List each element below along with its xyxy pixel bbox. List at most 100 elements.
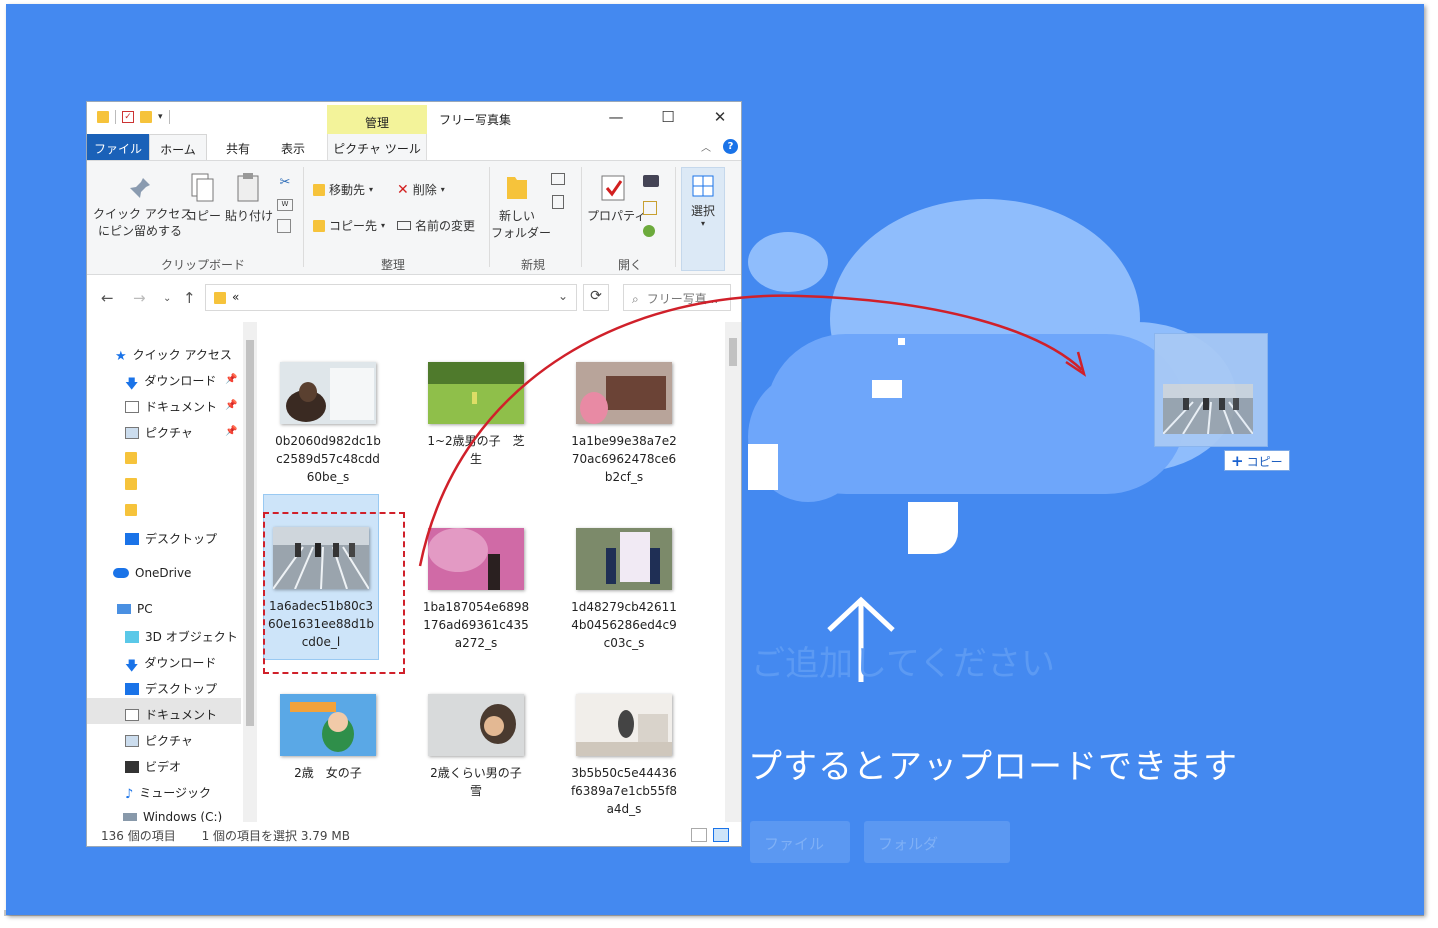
window-title: フリー写真集 — [439, 113, 512, 127]
details-view-icon[interactable] — [691, 828, 707, 842]
history-icon[interactable] — [643, 225, 655, 240]
copy-to-button[interactable]: コピー先 ▾ — [313, 217, 385, 234]
thumbnail — [280, 362, 376, 424]
ribbon: クイック アクセス にピン留めする コピー 貼り付け ✂ W クリップボード 移… — [87, 160, 741, 275]
file-item[interactable]: 2歳 女の子 — [269, 694, 387, 782]
paper-shape — [872, 380, 902, 398]
maximize-button[interactable]: ☐ — [657, 108, 679, 126]
file-item[interactable]: 2歳くらい男の子雪 — [417, 694, 535, 800]
paper-shape — [748, 444, 778, 490]
navigation-pane: ★ クイック アクセス 🡇 ダウンロード 📌 ドキュメント 📌 ピクチャ 📌 デスク… — [87, 322, 257, 822]
pictures-icon — [125, 426, 139, 439]
file-item[interactable]: 3b5b50c5e44436 f6389a7e1cb55f8 a4d_s — [565, 694, 683, 818]
select-folder-button[interactable]: フォルダ — [864, 821, 1010, 863]
group-open-label: 開く — [618, 258, 643, 272]
nav-3d-objects[interactable]: 3D オブジェクト — [125, 628, 238, 645]
address-dropdown-icon[interactable]: ⌄ — [558, 289, 568, 303]
help-icon[interactable]: ? — [723, 139, 738, 154]
easy-access-icon[interactable] — [547, 195, 569, 212]
nav-desktop[interactable]: デスクトップ — [125, 530, 217, 547]
tab-picture-tools[interactable]: ピクチャ ツール — [327, 134, 427, 160]
quick-access-toolbar: ✓ ▾ — [97, 110, 170, 124]
select-file-button[interactable]: ファイル — [750, 821, 850, 863]
nav-pc[interactable]: PC — [117, 602, 153, 616]
large-icons-view-icon[interactable] — [713, 828, 729, 842]
item-count: 136 個の項目 — [101, 829, 176, 843]
paste-icon — [237, 173, 259, 202]
nav-folder[interactable] — [125, 478, 137, 490]
edit-pencil-icon[interactable] — [643, 201, 657, 218]
up-arrow-icon[interactable]: ↑ — [183, 289, 196, 307]
address-input[interactable]: « ⌄ — [205, 284, 577, 311]
pin-quick-access-button[interactable]: クイック アクセス にピン留めする — [93, 175, 192, 239]
properties-check-icon[interactable]: ✓ — [122, 111, 134, 123]
file-list-scroll-thumb[interactable] — [729, 338, 737, 366]
nav-folder[interactable] — [125, 452, 137, 464]
file-item[interactable]: 1ba187054e6898 176ad69361c435 a272_s — [417, 528, 535, 652]
cut-icon[interactable]: ✂ — [277, 175, 293, 190]
title-bar: ✓ ▾ 管理 フリー写真集 — ☐ ✕ — [87, 102, 741, 134]
nav-pc-pictures[interactable]: ピクチャ — [125, 732, 193, 749]
tab-home[interactable]: ホーム — [149, 134, 207, 160]
copy-path-icon[interactable]: W — [277, 199, 293, 211]
file-list-scrollbar[interactable] — [725, 322, 741, 822]
video-icon — [125, 760, 139, 773]
nav-videos[interactable]: ビデオ — [125, 758, 181, 775]
new-folder-button[interactable]: 新しい フォルダー — [491, 171, 551, 241]
tab-manage[interactable]: 管理 — [327, 105, 427, 134]
close-button[interactable]: ✕ — [709, 108, 731, 126]
refresh-icon[interactable]: ⟳ — [583, 284, 609, 311]
folder-icon — [97, 111, 109, 123]
select-button[interactable]: 選択 ▾ — [681, 167, 725, 271]
cube-icon — [125, 630, 139, 643]
nav-windows-c[interactable]: Windows (C:) — [123, 810, 222, 822]
nav-music[interactable]: ♪ ミュージック — [125, 784, 211, 802]
customize-dropdown-icon[interactable]: ▾ — [158, 112, 163, 122]
copy-button[interactable]: コピー — [185, 171, 221, 224]
nav-documents[interactable]: ドキュメント — [125, 398, 217, 415]
thumbnail — [428, 694, 524, 756]
nav-pc-downloads[interactable]: 🡇 ダウンロード — [125, 654, 216, 674]
nav-pc-desktop[interactable]: デスクトップ — [125, 680, 217, 697]
forward-arrow-icon[interactable]: → — [133, 289, 146, 307]
paper-shape — [898, 338, 905, 345]
search-icon: ⌕ — [632, 292, 639, 306]
tab-view[interactable]: 表示 — [272, 134, 314, 160]
nav-quick-access[interactable]: ★ クイック アクセス — [115, 346, 232, 364]
paste-button[interactable]: 貼り付け — [225, 171, 273, 224]
new-folder-icon[interactable] — [140, 111, 152, 123]
drag-ghost — [1154, 333, 1268, 447]
cloud-shape — [748, 232, 828, 292]
paper-shape — [908, 502, 958, 554]
collapse-ribbon-icon[interactable]: ︿ — [701, 139, 711, 154]
minimize-button[interactable]: — — [605, 108, 627, 126]
download-icon: 🡇 — [125, 376, 139, 392]
open-camera-icon[interactable] — [643, 175, 659, 190]
music-icon: ♪ — [125, 786, 134, 802]
move-to-button[interactable]: 移動先 ▾ — [313, 181, 373, 198]
recent-dropdown-icon[interactable]: ⌄ — [163, 293, 171, 304]
delete-button[interactable]: ✕ 削除 ▾ — [397, 181, 445, 198]
document-icon — [125, 400, 139, 413]
nav-downloads[interactable]: 🡇 ダウンロード — [125, 372, 216, 392]
drop-upload-message: プするとアップロードできます — [748, 747, 1238, 787]
properties-button[interactable]: プロパティ — [587, 173, 646, 224]
nav-pictures[interactable]: ピクチャ — [125, 424, 193, 441]
new-item-icon[interactable] — [547, 173, 569, 188]
search-input[interactable]: ⌕ フリー写真... — [623, 284, 731, 311]
file-item[interactable]: 0b2060d982dc1b c2589d57c48cdd 60be_s — [269, 362, 387, 486]
paste-shortcut-icon[interactable] — [277, 219, 291, 233]
tab-share[interactable]: 共有 — [217, 134, 259, 160]
pin-icon: 📌 — [225, 426, 238, 437]
file-item[interactable]: 1~2歳男の子 芝生 — [417, 362, 535, 468]
nav-scroll-thumb[interactable] — [246, 340, 254, 726]
nav-onedrive[interactable]: OneDrive — [113, 566, 191, 580]
nav-pc-documents[interactable]: ドキュメント — [125, 706, 217, 723]
tab-file[interactable]: ファイル — [87, 134, 149, 160]
file-item[interactable]: 1a1be99e38a7e2 70ac6962478ce6 b2cf_s — [565, 362, 683, 486]
rename-button[interactable]: 名前の変更 — [397, 217, 475, 234]
back-arrow-icon[interactable]: ← — [101, 289, 114, 307]
download-icon: 🡇 — [125, 658, 139, 674]
file-item[interactable]: 1d48279cb42611 4b0456286ed4c9 c03c_s — [565, 528, 683, 652]
nav-folder[interactable] — [125, 504, 137, 516]
